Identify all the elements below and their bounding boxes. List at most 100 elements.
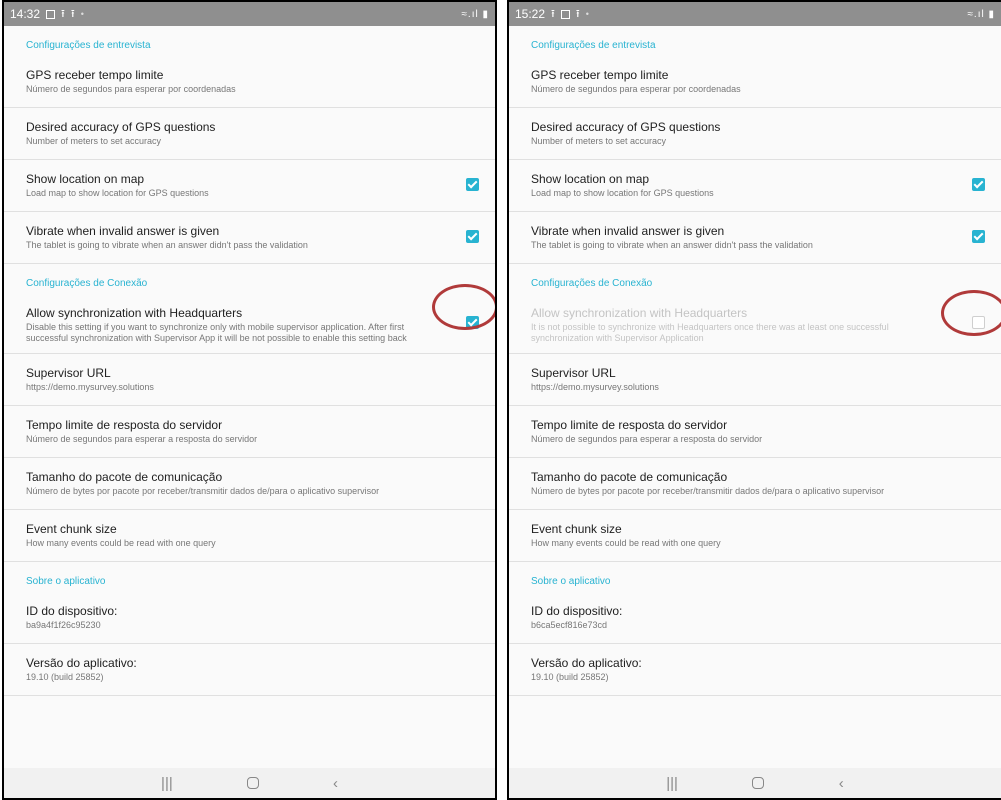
status-bar: 14:32 ⭱ ⭱ • ≈.ıl ▮ [4,2,495,26]
setting-summary: The tablet is going to vibrate when an a… [531,240,813,250]
setting-title: GPS receber tempo limite [531,68,669,82]
setting-title: Tamanho do pacote de comunicação [531,470,728,484]
setting-vibrate[interactable]: Vibrate when invalid answer is given The… [4,212,495,264]
back-icon[interactable]: ‹ [839,775,844,792]
setting-summary: b6ca5ecf816e73cd [531,620,608,630]
show-map-checkbox[interactable] [466,178,479,191]
setting-event-chunk[interactable]: Event chunk size How many events could b… [4,510,495,562]
setting-title: GPS receber tempo limite [26,68,164,82]
setting-summary: It is not possible to synchronize with H… [531,322,889,343]
section-interview: Configurações de entrevista [26,40,151,51]
section-about: Sobre o aplicativo [531,576,611,587]
setting-server-timeout[interactable]: Tempo limite de resposta do servidor Núm… [509,406,1001,458]
upload-icon: ⭱ [70,7,75,20]
vibrate-checkbox[interactable] [972,230,985,243]
signal-battery-icon: ≈.ıl ▮ [461,8,489,20]
setting-title: Versão do aplicativo: [531,656,642,670]
show-map-checkbox[interactable] [972,178,985,191]
upload-icon: ⭱ [575,7,580,20]
setting-device-id: ID do dispositivo: ba9a4f1f26c95230 [4,592,495,644]
setting-gps-timeout[interactable]: GPS receber tempo limite Número de segun… [4,56,495,108]
setting-summary: ba9a4f1f26c95230 [26,620,101,630]
highlight-circle-annotation [941,290,1001,336]
setting-title: Show location on map [531,172,650,186]
setting-title: Tempo limite de resposta do servidor [531,418,728,432]
dot-icon: • [80,9,84,19]
highlight-circle-annotation [432,284,495,330]
setting-supervisor-url[interactable]: Supervisor URL https://demo.mysurvey.sol… [4,354,495,406]
setting-packet-size[interactable]: Tamanho do pacote de comunicação Número … [4,458,495,510]
setting-summary: Número de segundos para esperar por coor… [531,84,741,94]
setting-title: Allow synchronization with Headquarters [531,306,748,320]
setting-summary: https://demo.mysurvey.solutions [531,382,659,392]
setting-title: Desired accuracy of GPS questions [26,120,216,134]
settings-list: Configurações de entrevista GPS receber … [509,26,1001,768]
vibrate-checkbox[interactable] [466,230,479,243]
setting-server-timeout[interactable]: Tempo limite de resposta do servidor Núm… [4,406,495,458]
setting-summary: The tablet is going to vibrate when an a… [26,240,308,250]
setting-summary: 19.10 (build 25852) [26,672,104,682]
section-connection: Configurações de Conexão [531,278,653,289]
setting-title: Allow synchronization with Headquarters [26,306,243,320]
settings-list: Configurações de entrevista GPS receber … [4,26,495,768]
recents-icon[interactable]: ||| [161,775,173,792]
dot-icon: • [585,9,589,19]
setting-title: Versão do aplicativo: [26,656,137,670]
navigation-bar: ||| ‹ [4,768,495,798]
setting-allow-sync[interactable]: Allow synchronization with Headquarters … [4,294,495,354]
section-connection: Configurações de Conexão [26,278,148,289]
setting-title: ID do dispositivo: [26,604,118,618]
upload-icon: ⭱ [551,7,555,20]
setting-show-map[interactable]: Show location on map Load map to show lo… [509,160,1001,212]
setting-summary: https://demo.mysurvey.solutions [26,382,154,392]
setting-title: Tempo limite de resposta do servidor [26,418,223,432]
setting-summary: Disable this setting if you want to sync… [26,322,407,343]
setting-allow-sync: Allow synchronization with Headquarters … [509,294,1001,354]
section-interview: Configurações de entrevista [531,40,656,51]
left-screenshot: 14:32 ⭱ ⭱ • ≈.ıl ▮ Configurações de entr… [2,0,497,800]
setting-gps-timeout[interactable]: GPS receber tempo limite Número de segun… [509,56,1001,108]
setting-app-version: Versão do aplicativo: 19.10 (build 25852… [4,644,495,696]
setting-gps-accuracy[interactable]: Desired accuracy of GPS questions Number… [509,108,1001,160]
setting-packet-size[interactable]: Tamanho do pacote de comunicação Número … [509,458,1001,510]
section-about: Sobre o aplicativo [26,576,106,587]
setting-summary: Load map to show location for GPS questi… [26,188,209,198]
setting-summary: Load map to show location for GPS questi… [531,188,714,198]
setting-summary: 19.10 (build 25852) [531,672,609,682]
setting-event-chunk[interactable]: Event chunk size How many events could b… [509,510,1001,562]
setting-title: ID do dispositivo: [531,604,623,618]
setting-summary: Número de segundos para esperar a respos… [531,434,763,444]
setting-title: Event chunk size [531,522,622,536]
setting-summary: Número de bytes por pacote por receber/t… [531,486,885,496]
setting-supervisor-url[interactable]: Supervisor URL https://demo.mysurvey.sol… [509,354,1001,406]
status-time: 15:22 [515,7,546,21]
navigation-bar: ||| ‹ [509,768,1001,798]
setting-title: Event chunk size [26,522,117,536]
setting-title: Vibrate when invalid answer is given [531,224,725,238]
setting-title: Desired accuracy of GPS questions [531,120,721,134]
home-icon[interactable] [246,777,259,789]
setting-summary: Number of meters to set accuracy [531,136,667,146]
setting-app-version: Versão do aplicativo: 19.10 (build 25852… [509,644,1001,696]
gallery-icon [46,9,56,19]
upload-icon: ⭱ [61,7,65,20]
right-screenshot: 15:22 ⭱ ⭱ • ≈.ıl ▮ Configurações de entr… [507,0,1001,800]
setting-summary: How many events could be read with one q… [531,538,721,548]
setting-summary: How many events could be read with one q… [26,538,216,548]
setting-title: Supervisor URL [531,366,616,380]
setting-summary: Número de segundos para esperar por coor… [26,84,236,94]
signal-battery-icon: ≈.ıl ▮ [967,8,995,20]
recents-icon[interactable]: ||| [666,775,678,792]
setting-summary: Número de bytes por pacote por receber/t… [26,486,380,496]
back-icon[interactable]: ‹ [333,775,338,792]
setting-title: Tamanho do pacote de comunicação [26,470,223,484]
setting-title: Supervisor URL [26,366,111,380]
setting-vibrate[interactable]: Vibrate when invalid answer is given The… [509,212,1001,264]
status-bar: 15:22 ⭱ ⭱ • ≈.ıl ▮ [509,2,1001,26]
setting-title: Vibrate when invalid answer is given [26,224,220,238]
setting-show-map[interactable]: Show location on map Load map to show lo… [4,160,495,212]
setting-summary: Número de segundos para esperar a respos… [26,434,258,444]
gallery-icon [560,9,570,19]
home-icon[interactable] [752,777,765,789]
setting-gps-accuracy[interactable]: Desired accuracy of GPS questions Number… [4,108,495,160]
